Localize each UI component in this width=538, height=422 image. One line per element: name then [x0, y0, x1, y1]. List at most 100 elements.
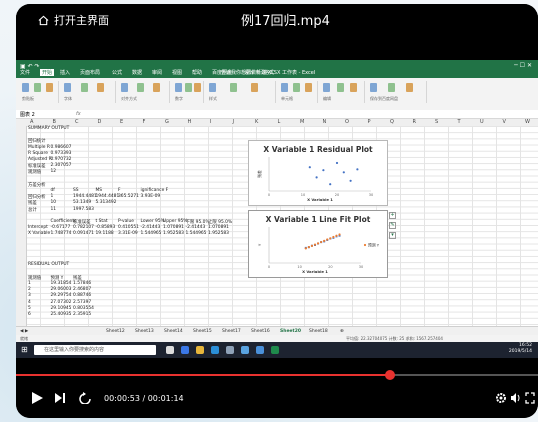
settings-icon[interactable]: [495, 392, 507, 404]
column-header-M[interactable]: M: [300, 119, 304, 125]
ribbon-tab-3[interactable]: 页面布局: [80, 69, 100, 76]
ribbon-button-icon[interactable]: [184, 83, 192, 92]
ribbon-tab-9[interactable]: 百度网盘: [212, 69, 232, 76]
sheet-tab-Sheet18[interactable]: Sheet18: [309, 329, 328, 334]
sheet-tab-Sheet20[interactable]: Sheet20: [280, 329, 301, 334]
ribbon-button-icon[interactable]: [230, 83, 238, 92]
add-sheet-button[interactable]: ⊕: [340, 329, 344, 334]
explorer-icon[interactable]: [196, 346, 204, 354]
ribbon-button-icon[interactable]: [121, 83, 128, 92]
ribbon-button-icon[interactable]: [293, 83, 301, 92]
taskbar-search[interactable]: 在这里输入你要搜索的内容: [34, 345, 156, 355]
ribbon-button-icon[interactable]: [194, 83, 202, 92]
ribbon-tab-2[interactable]: 插入: [60, 69, 70, 76]
ribbon-tab-5[interactable]: 数据: [132, 69, 142, 76]
sheet-tab-Sheet16[interactable]: Sheet16: [251, 329, 270, 334]
column-header-L[interactable]: L: [278, 119, 281, 125]
sheet-tab-Sheet12[interactable]: Sheet12: [106, 329, 125, 334]
name-box[interactable]: 图表 2: [20, 111, 35, 118]
task-view-icon[interactable]: [166, 346, 174, 354]
browser-icon[interactable]: [241, 346, 249, 354]
ribbon-button-icon[interactable]: [350, 83, 358, 92]
app2-icon[interactable]: [256, 346, 264, 354]
ribbon-tab-10[interactable]: 设计: [244, 69, 254, 76]
sheet-tab-Sheet13[interactable]: Sheet13: [135, 329, 154, 334]
column-header-F[interactable]: F: [143, 119, 146, 125]
chart-filter-icon[interactable]: ▾: [389, 232, 396, 239]
ribbon-tab-6[interactable]: 审阅: [152, 69, 162, 76]
ribbon-button-icon[interactable]: [336, 83, 344, 92]
ribbon-button-icon[interactable]: [406, 83, 414, 92]
chart-styles-button[interactable]: ✎: [389, 222, 396, 229]
sheet-tab-Sheet15[interactable]: Sheet15: [193, 329, 212, 334]
line-fit-plot[interactable]: X Variable 1 Line Fit Plot 0 10 20 30 X Vari…: [248, 210, 388, 278]
home-button[interactable]: 打开主界面: [38, 12, 109, 28]
next-icon[interactable]: [54, 392, 66, 404]
column-header-O[interactable]: O: [345, 119, 349, 125]
ribbon-button-icon[interactable]: [175, 83, 182, 92]
ribbon-button-icon[interactable]: [152, 83, 160, 92]
ribbon-button-icon[interactable]: [370, 83, 377, 92]
column-header-H[interactable]: H: [188, 119, 192, 125]
fullscreen-icon[interactable]: [525, 392, 535, 404]
volume-icon[interactable]: [510, 392, 522, 404]
ribbon-button-icon[interactable]: [22, 83, 29, 92]
column-header-C[interactable]: C: [75, 119, 79, 125]
column-header-D[interactable]: D: [98, 119, 102, 125]
column-header-G[interactable]: G: [165, 119, 169, 125]
ribbon-button-icon[interactable]: [46, 83, 54, 92]
ribbon-button-icon[interactable]: [80, 83, 88, 92]
anova-cell: 5.313492: [95, 200, 117, 206]
ribbon-tab-7[interactable]: 视图: [172, 69, 182, 76]
store-icon[interactable]: [211, 346, 219, 354]
play-icon[interactable]: [30, 391, 44, 405]
column-header-Q[interactable]: Q: [390, 119, 394, 125]
ribbon-tab-8[interactable]: 帮助: [192, 69, 202, 76]
ribbon-button-icon[interactable]: [136, 83, 144, 92]
progress-handle[interactable]: [384, 370, 395, 380]
legend-label: 预测 Y: [368, 242, 380, 247]
ribbon-button-icon[interactable]: [305, 83, 313, 92]
sheet-tab-Sheet17[interactable]: Sheet17: [222, 329, 241, 334]
column-header-S[interactable]: S: [435, 119, 438, 125]
sheet-tab-Sheet14[interactable]: Sheet14: [164, 329, 183, 334]
edge-icon[interactable]: [181, 346, 189, 354]
excel-taskbar-icon[interactable]: [271, 346, 279, 354]
sheet-nav-arrows[interactable]: ◀ ▶: [20, 329, 28, 334]
ribbon-button-icon[interactable]: [251, 83, 259, 92]
ribbon-tab-4[interactable]: 公式: [112, 69, 122, 76]
ribbon-button-icon[interactable]: [34, 83, 42, 92]
ribbon-button-icon[interactable]: [388, 83, 396, 92]
video-player[interactable]: 打开主界面 例17回归.mp4 新建 XLSX 工作表 - Excel ▣ ↶ …: [16, 4, 538, 418]
formula-bar[interactable]: 图表 2 fx: [16, 110, 538, 119]
column-header-V[interactable]: V: [503, 119, 506, 125]
ribbon-button-icon[interactable]: [281, 83, 288, 92]
column-header-N[interactable]: N: [323, 119, 327, 125]
chart-elements-button[interactable]: +: [389, 212, 396, 219]
replay-icon[interactable]: [78, 392, 92, 404]
column-header-W[interactable]: W: [525, 119, 530, 125]
column-header-P[interactable]: P: [368, 119, 371, 125]
column-header-T[interactable]: T: [458, 119, 461, 125]
ribbon-button-icon[interactable]: [209, 83, 216, 92]
column-header-J[interactable]: J: [233, 119, 234, 125]
ribbon-tab-0[interactable]: 文件: [20, 69, 30, 76]
column-header-B[interactable]: B: [53, 119, 56, 125]
ribbon-button-icon[interactable]: [97, 83, 105, 92]
ribbon-tab-1[interactable]: 开始: [40, 69, 55, 76]
column-header-K[interactable]: K: [255, 119, 258, 125]
windows-start-icon[interactable]: ⊞: [21, 345, 28, 354]
ribbon-group: 剪贴板: [18, 81, 59, 103]
residual-plot[interactable]: X Variable 1 Residual Plot 0 10 20 30 X Vari…: [248, 140, 388, 206]
column-header-R[interactable]: R: [413, 119, 416, 125]
excel-window[interactable]: 新建 XLSX 工作表 - Excel ▣ ↶ ↷ 告诉我你想要做什么 ─ ☐ …: [16, 60, 538, 358]
ribbon-tab-11[interactable]: 格式: [264, 69, 274, 76]
window-controls[interactable]: ─ ☐ ✕: [514, 62, 532, 69]
column-header-U[interactable]: U: [480, 119, 484, 125]
column-header-E[interactable]: E: [120, 119, 123, 125]
column-header-A[interactable]: A: [30, 119, 33, 125]
app-icon[interactable]: [226, 346, 234, 354]
ribbon-button-icon[interactable]: [323, 83, 330, 92]
ribbon-button-icon[interactable]: [64, 83, 71, 92]
column-header-I[interactable]: I: [210, 119, 211, 125]
